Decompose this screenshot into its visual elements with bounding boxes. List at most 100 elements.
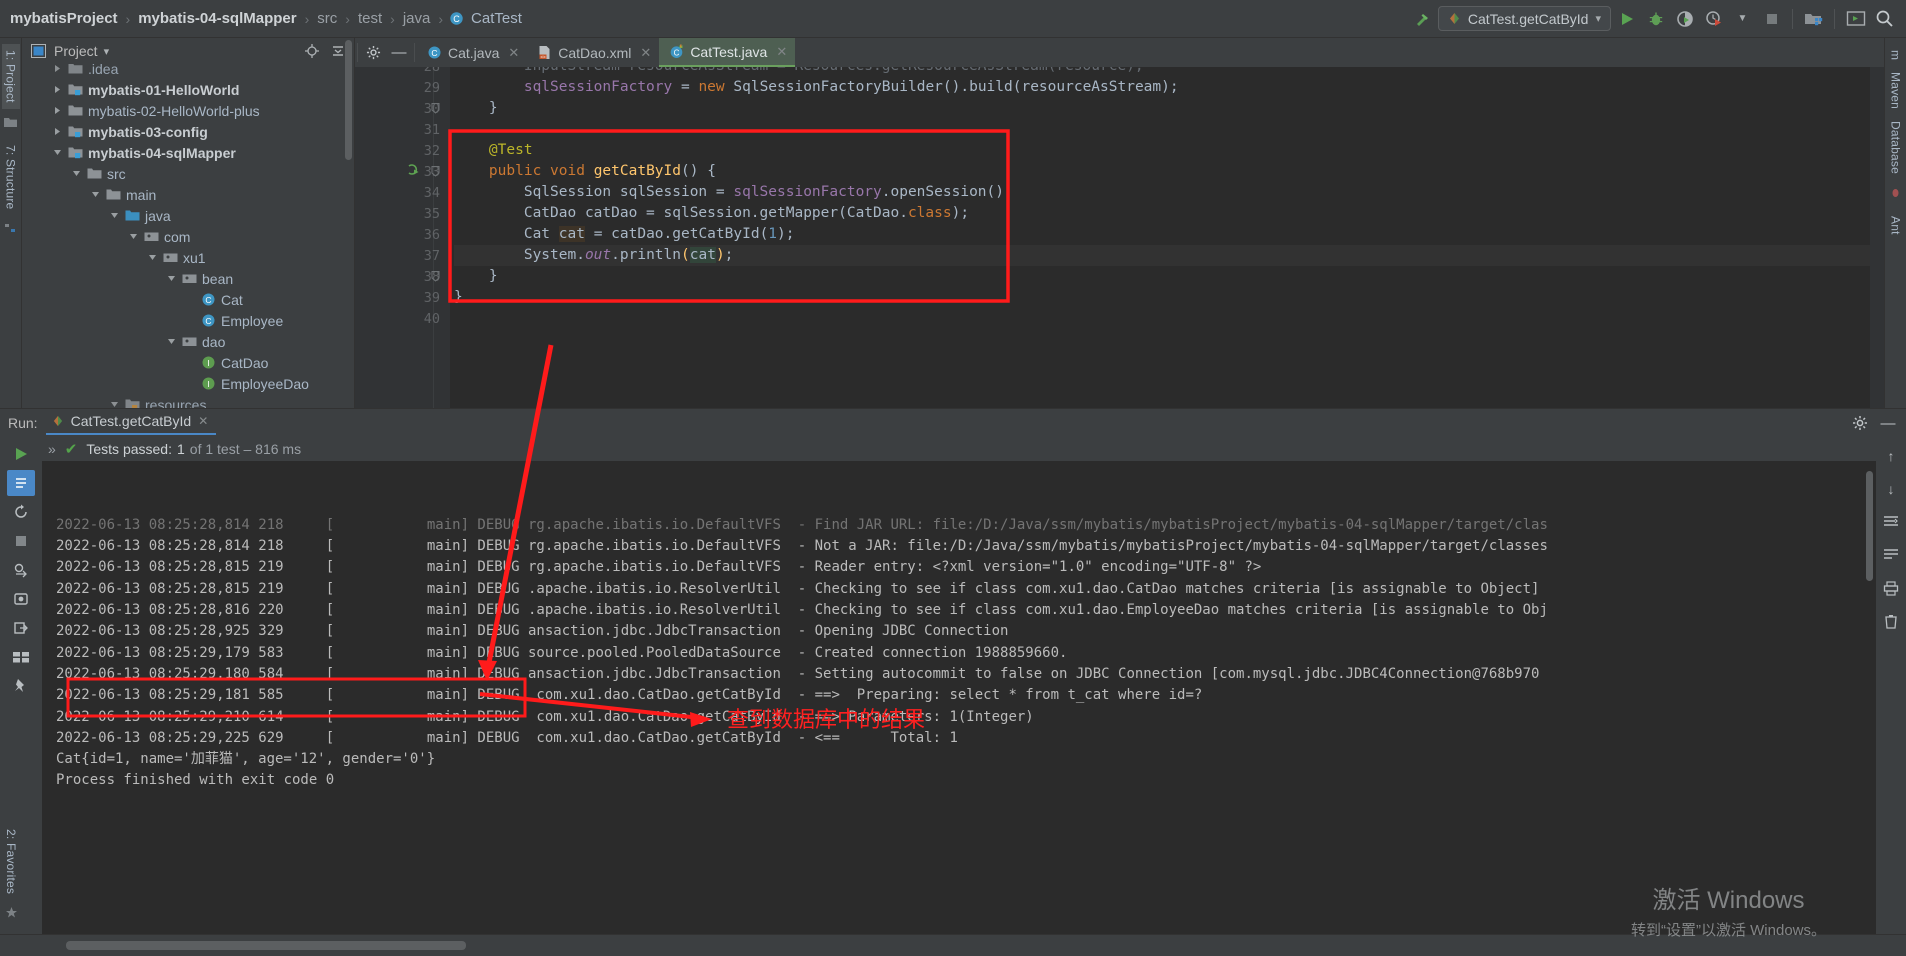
scroll-to-end-icon[interactable] — [1877, 542, 1905, 568]
tree-arrow-collapsed-icon[interactable] — [51, 64, 64, 75]
code-line-32: @Test — [454, 140, 1870, 161]
print-icon[interactable] — [1877, 575, 1905, 601]
project-panel-title: Project — [54, 43, 98, 59]
code-fold-icon[interactable] — [431, 270, 440, 286]
export-test-results-icon[interactable] — [7, 557, 35, 583]
tree-arrow-expanded-icon[interactable] — [89, 188, 102, 201]
project-tree[interactable]: .idea mybatis-01-HelloWorld mybatis-02-Hel… — [22, 64, 354, 408]
tree-arrow-collapsed-icon[interactable] — [51, 125, 64, 138]
tree-arrow-expanded-icon[interactable] — [108, 209, 121, 222]
tree-item-mybatis-04-sqlmapper[interactable]: mybatis-04-sqlMapper — [22, 142, 354, 163]
soft-wrap-icon[interactable] — [1877, 509, 1905, 535]
sidebar-tab-structure[interactable]: 7: Structure — [2, 139, 20, 215]
tree-arrow-expanded-icon[interactable] — [165, 335, 178, 348]
tree-item-com[interactable]: com — [22, 226, 354, 247]
tree-item-employeedao[interactable]: I EmployeeDao — [22, 373, 354, 394]
search-everywhere-icon[interactable] — [1871, 5, 1898, 32]
editor-settings-gear-icon[interactable] — [360, 38, 386, 67]
code-editor[interactable]: 28 29 30 31 32 33 34 35 36 37 38 39 40 InputStream r… — [355, 67, 1884, 408]
tree-arrow-collapsed-icon[interactable] — [51, 104, 64, 117]
hide-editor-icon[interactable]: — — [386, 38, 412, 67]
sidebar-tab-favorites[interactable]: 2: Favorites — [2, 823, 20, 900]
tree-item-main[interactable]: main — [22, 184, 354, 205]
tree-item-resources[interactable]: resources — [22, 394, 354, 408]
chevron-down-icon[interactable]: ▾ — [1595, 12, 1601, 25]
run-test-gutter-icon[interactable] — [407, 164, 420, 181]
tree-item-dao[interactable]: dao — [22, 331, 354, 352]
editor-tab-catdao-xml[interactable]: <> CatDao.xml ✕ — [527, 38, 659, 67]
tree-item-mybatis-01-helloworld[interactable]: mybatis-01-HelloWorld — [22, 79, 354, 100]
tree-item-xu1[interactable]: xu1 — [22, 247, 354, 268]
horizontal-scrollbar[interactable] — [66, 941, 466, 950]
tree-item-java[interactable]: java — [22, 205, 354, 226]
toggle-auto-test-button[interactable] — [7, 499, 35, 525]
tree-arrow-expanded-icon[interactable] — [70, 167, 83, 180]
tree-item-catdao[interactable]: I CatDao — [22, 352, 354, 373]
tree-arrow-expanded-icon[interactable] — [146, 251, 159, 264]
terminal-icon[interactable] — [1842, 5, 1869, 32]
locate-file-icon[interactable] — [302, 41, 322, 61]
rerun-failed-tests-button[interactable] — [7, 470, 35, 496]
editor-tab-close-icon[interactable]: ✕ — [640, 45, 651, 61]
project-structure-icon[interactable] — [1800, 5, 1827, 32]
tree-item-mybatis-03-config[interactable]: mybatis-03-config — [22, 121, 354, 142]
tree-item-mybatis-02-helloworld-plus[interactable]: mybatis-02-HelloWorld-plus — [22, 100, 354, 121]
clear-all-trash-icon[interactable] — [1877, 608, 1905, 634]
tree-arrow-expanded-icon[interactable] — [51, 146, 64, 159]
tree-arrow-expanded-icon[interactable] — [127, 230, 140, 243]
show-statistics-icon[interactable] — [7, 644, 35, 670]
hide-run-panel-icon[interactable]: — — [1878, 413, 1898, 433]
breadcrumb-item-mybatisproject[interactable]: mybatisProject — [8, 10, 120, 27]
tree-item-bean[interactable]: bean — [22, 268, 354, 289]
pin-tab-icon[interactable] — [7, 673, 35, 699]
tree-arrow-expanded-icon[interactable] — [108, 398, 121, 408]
editor-error-stripe[interactable] — [1870, 67, 1884, 408]
code-token: System. — [454, 247, 585, 263]
breadcrumb-item-test[interactable]: test — [356, 10, 384, 27]
scroll-up-icon[interactable]: ↑ — [1877, 443, 1905, 469]
code-fold-icon[interactable] — [431, 102, 440, 118]
open-in-browser-icon[interactable] — [7, 586, 35, 612]
tree-item-src[interactable]: src — [22, 163, 354, 184]
project-panel-chevron-icon[interactable]: ▾ — [104, 45, 110, 58]
editor-tab-cattest-java[interactable]: C CatTest.java ✕ — [659, 38, 796, 67]
breadcrumb-item-cattest[interactable]: CatTest — [469, 10, 524, 27]
sidebar-tab-ant[interactable]: Ant — [1887, 210, 1905, 241]
tree-arrow-expanded-icon[interactable] — [165, 272, 178, 285]
stop-button[interactable] — [7, 528, 35, 554]
debug-bug-icon[interactable] — [1642, 5, 1669, 32]
run-settings-gear-icon[interactable] — [1850, 413, 1870, 433]
sidebar-tab-maven[interactable]: Maven — [1887, 66, 1905, 115]
editor-gutter[interactable]: 28 29 30 31 32 33 34 35 36 37 38 39 40 — [355, 67, 450, 408]
run-tab-close-icon[interactable]: ✕ — [198, 414, 208, 428]
profiler-dropdown-icon[interactable]: ▼ — [1729, 5, 1756, 32]
run-with-coverage-icon[interactable] — [1671, 5, 1698, 32]
sidebar-tab-database[interactable]: Database — [1887, 115, 1905, 180]
run-configuration-selector[interactable]: CatTest.getCatById ▾ — [1437, 6, 1611, 31]
editor-tab-close-icon[interactable]: ✕ — [508, 45, 519, 61]
editor-tab-close-icon[interactable]: ✕ — [776, 44, 787, 60]
tree-item-cat[interactable]: C Cat — [22, 289, 354, 310]
scroll-down-icon[interactable]: ↓ — [1877, 476, 1905, 502]
editor-tab-cat-java[interactable]: C Cat.java ✕ — [417, 38, 527, 67]
import-test-results-icon[interactable] — [7, 615, 35, 641]
run-button[interactable] — [1613, 5, 1640, 32]
expand-status-icon[interactable]: » — [48, 441, 56, 457]
code-fold-icon[interactable] — [431, 165, 440, 181]
editor-code[interactable]: InputStream resourceAsStream = Resources… — [450, 67, 1870, 408]
build-hammer-icon[interactable] — [1409, 5, 1436, 32]
tree-arrow-collapsed-icon[interactable] — [51, 83, 64, 96]
breadcrumb-item-src[interactable]: src — [315, 10, 339, 27]
run-console-output[interactable]: 2022-06-13 08:25:28,814 218 [ main] DEBU… — [42, 461, 1876, 934]
breadcrumb-item-java[interactable]: java — [401, 10, 433, 27]
tree-item-label: Employee — [221, 312, 284, 329]
sidebar-tab-project[interactable]: 1: Project — [1, 44, 20, 109]
project-tree-scrollbar[interactable] — [345, 40, 352, 160]
breadcrumb-item-mybatis-04-sqlmapper[interactable]: mybatis-04-sqlMapper — [136, 10, 298, 27]
profiler-icon[interactable] — [1700, 5, 1727, 32]
run-tab-cattest[interactable]: CatTest.getCatById ✕ — [45, 411, 217, 435]
tree-item-employee[interactable]: C Employee — [22, 310, 354, 331]
tree-item--idea[interactable]: .idea — [22, 64, 354, 79]
stop-button[interactable] — [1758, 5, 1785, 32]
rerun-button[interactable] — [7, 441, 35, 467]
